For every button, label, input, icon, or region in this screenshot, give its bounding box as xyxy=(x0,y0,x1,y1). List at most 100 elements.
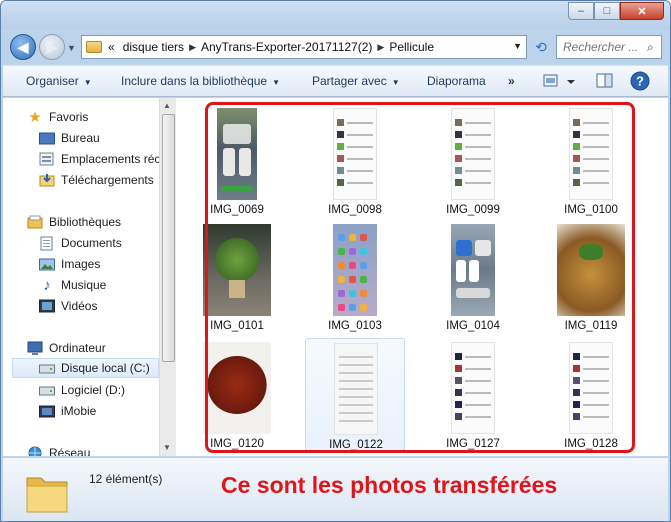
maximize-button[interactable]: □ xyxy=(594,2,620,20)
sidebar-item-bureau[interactable]: Bureau xyxy=(39,128,159,148)
refresh-icon: ⟲ xyxy=(535,38,547,55)
desktop-icon xyxy=(39,131,55,145)
close-button[interactable]: ✕ xyxy=(620,2,664,20)
scroll-up-icon[interactable]: ▲ xyxy=(163,101,171,110)
chevron-down-icon: ▼ xyxy=(272,78,281,87)
refresh-button[interactable]: ⟲ xyxy=(529,35,553,59)
recent-places-icon xyxy=(39,152,55,166)
help-button[interactable]: ? xyxy=(630,71,650,94)
recent-pages-dropdown[interactable]: ▼ xyxy=(67,43,76,53)
libraries-header[interactable]: Bibliothèques xyxy=(27,212,159,232)
address-dropdown-icon[interactable]: ▼ xyxy=(513,41,522,51)
view-options-button[interactable] xyxy=(543,72,577,93)
search-input[interactable] xyxy=(563,40,647,54)
star-icon: ★ xyxy=(28,109,42,126)
sidebar-item-label: Téléchargements xyxy=(61,173,154,187)
arrow-left-icon: ◀ xyxy=(17,38,29,55)
folder-icon xyxy=(86,41,102,53)
share-button[interactable]: Partager avec ▼ xyxy=(312,74,400,88)
scrollbar-thumb[interactable] xyxy=(162,114,175,362)
preview-pane-button[interactable] xyxy=(596,72,614,93)
preview-pane-icon xyxy=(596,73,613,88)
sidebar-item-label: Logiciel (D:) xyxy=(61,383,126,397)
breadcrumb-item[interactable]: AnyTrans-Exporter-20171127(2) xyxy=(201,40,372,54)
slideshow-button[interactable]: Diaporama xyxy=(427,74,486,88)
computer-header[interactable]: Ordinateur xyxy=(27,338,159,358)
sidebar-item-label: Disque local (C:) xyxy=(61,361,150,375)
breadcrumb: « disque tiers ▶ AnyTrans-Exporter-20171… xyxy=(108,40,434,54)
folder-icon xyxy=(25,468,69,517)
annotation-text: Ce sont les photos transférées xyxy=(221,472,558,498)
sidebar-item-label: Vidéos xyxy=(61,299,98,313)
sidebar-item-images[interactable]: Images xyxy=(39,254,159,274)
sidebar-item-recent[interactable]: Emplacements réc xyxy=(39,149,159,169)
libraries-icon xyxy=(27,215,43,229)
sidebar-item-logiciel-d[interactable]: Logiciel (D:) xyxy=(39,380,159,400)
explorer-window: – □ ✕ ◀ ▶ ▼ « disque tiers ▶ AnyTrans-Ex… xyxy=(0,0,671,522)
arrow-right-icon: ▶ xyxy=(46,38,58,55)
sidebar-item-label: Images xyxy=(61,257,101,271)
navigation-pane: ★ Favoris Bureau Emplacements réc Télécha… xyxy=(3,98,159,456)
chevron-down-icon: ▼ xyxy=(391,78,400,87)
minimize-button[interactable]: – xyxy=(568,2,594,20)
libraries-label: Bibliothèques xyxy=(49,215,122,229)
device-icon xyxy=(39,404,55,418)
title-bar: – □ ✕ xyxy=(1,1,670,29)
sidebar-item-music[interactable]: ♪ Musique xyxy=(39,275,159,295)
sidebar-item-label: Emplacements réc xyxy=(61,152,159,166)
chevron-right-icon[interactable]: ▶ xyxy=(189,42,196,53)
documents-icon xyxy=(39,236,55,250)
chevron-right-icon[interactable]: ▶ xyxy=(377,42,384,53)
forward-button[interactable]: ▶ xyxy=(39,34,65,60)
address-bar[interactable]: « disque tiers ▶ AnyTrans-Exporter-20171… xyxy=(81,35,527,59)
sidebar-item-label: iMobie xyxy=(61,404,97,418)
sidebar-item-downloads[interactable]: Téléchargements xyxy=(39,170,159,190)
sidebar-item-label: Bureau xyxy=(61,131,100,145)
command-bar: Organiser ▼ Inclure dans la bibliothèque ▼… xyxy=(3,65,668,97)
network-icon xyxy=(27,446,43,456)
organize-button[interactable]: Organiser ▼ xyxy=(26,74,92,88)
breadcrumb-item[interactable]: disque tiers xyxy=(123,40,184,54)
favorites-label: Favoris xyxy=(49,110,89,124)
include-label: Inclure dans la bibliothèque xyxy=(121,74,268,88)
sidebar-item-label: Musique xyxy=(61,278,107,292)
window-controls: – □ ✕ xyxy=(568,2,664,20)
sidebar-item-label: Documents xyxy=(61,236,122,250)
include-library-button[interactable]: Inclure dans la bibliothèque ▼ xyxy=(121,74,280,88)
music-icon: ♪ xyxy=(43,276,51,294)
videos-icon xyxy=(39,299,55,313)
network-header[interactable]: Réseau xyxy=(27,443,159,456)
change-view-icon xyxy=(543,74,575,87)
sidebar-item-imobie[interactable]: iMobie xyxy=(39,401,159,421)
search-icon: ⌕ xyxy=(647,39,654,54)
highlight-box xyxy=(205,102,635,453)
computer-label: Ordinateur xyxy=(49,341,106,355)
sidebar-item-documents[interactable]: Documents xyxy=(39,233,159,253)
item-count: 12 élément(s) xyxy=(89,472,163,486)
more-commands-button[interactable]: » xyxy=(508,74,515,88)
search-box[interactable]: ⌕ xyxy=(556,35,662,59)
hard-drive-icon xyxy=(39,361,55,375)
svg-text:?: ? xyxy=(636,74,644,89)
share-label: Partager avec xyxy=(312,74,387,88)
breadcrumb-overflow[interactable]: « xyxy=(108,40,115,54)
pictures-icon xyxy=(39,257,55,271)
navigation-scrollbar[interactable]: ▲ ▼ xyxy=(159,98,176,456)
file-view: IMG_0069 IMG_0098 IMG_0099 IMG_0100 IMG_010… xyxy=(177,98,668,456)
downloads-icon xyxy=(39,173,55,187)
hard-drive-icon xyxy=(39,383,55,397)
favorites-header[interactable]: ★ Favoris xyxy=(27,107,159,127)
address-row: ◀ ▶ ▼ « disque tiers ▶ AnyTrans-Exporter… xyxy=(1,31,670,63)
scroll-down-icon[interactable]: ▼ xyxy=(163,443,171,452)
chevron-down-icon: ▼ xyxy=(83,78,92,87)
organize-label: Organiser xyxy=(26,74,79,88)
computer-icon xyxy=(27,341,43,355)
help-icon: ? xyxy=(630,71,650,91)
details-pane: 12 élément(s) Ce sont les photos transfé… xyxy=(3,457,668,521)
content-area: ★ Favoris Bureau Emplacements réc Télécha… xyxy=(3,98,668,456)
sidebar-item-videos[interactable]: Vidéos xyxy=(39,296,159,316)
breadcrumb-item[interactable]: Pellicule xyxy=(389,40,434,54)
sidebar-item-local-disk-c[interactable]: Disque local (C:) xyxy=(12,358,159,378)
back-button[interactable]: ◀ xyxy=(10,34,36,60)
network-label: Réseau xyxy=(49,446,91,456)
